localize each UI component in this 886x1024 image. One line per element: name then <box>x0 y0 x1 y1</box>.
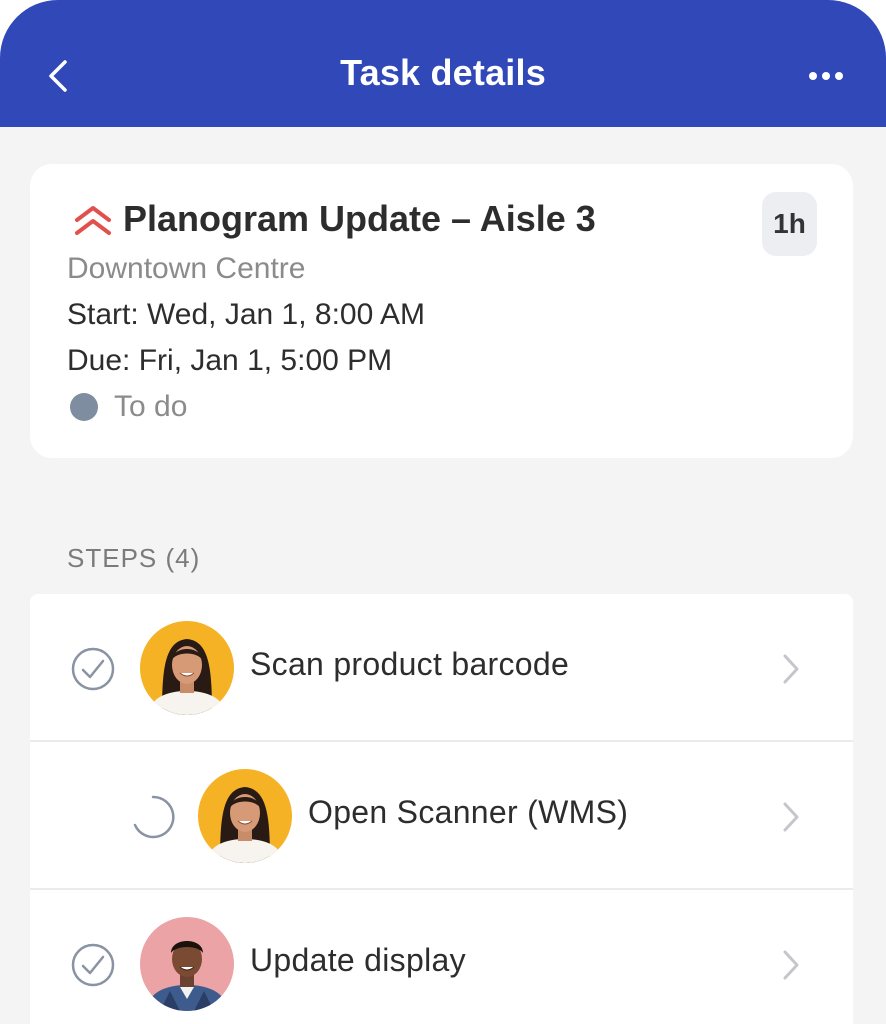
step-label: Scan product barcode <box>250 646 570 682</box>
chevron-right-icon <box>783 654 799 684</box>
duration-badge: 1h <box>762 192 817 256</box>
step-row-update-display[interactable]: Update display <box>30 890 853 1024</box>
step-row-open-scanner[interactable]: Open Scanner (WMS) <box>30 742 853 890</box>
status-indicator: To do <box>70 390 187 424</box>
status-label: To do <box>114 390 188 423</box>
task-summary-card: Planogram Update – Aisle 3 1h Downtown C… <box>30 164 853 458</box>
more-options-button[interactable] <box>796 52 856 100</box>
check-circle-icon <box>71 943 115 987</box>
step-row-scan-product-barcode[interactable]: Scan product barcode <box>30 594 853 742</box>
chevron-double-up-icon <box>75 206 111 235</box>
task-location: Downtown Centre <box>67 252 306 285</box>
woman-avatar-icon <box>198 769 292 863</box>
avatar <box>140 917 234 1011</box>
app-header: Task details <box>0 0 886 127</box>
status-dot-icon <box>70 393 98 421</box>
page-title: Task details <box>340 52 546 93</box>
avatar <box>140 621 234 715</box>
task-title: Planogram Update – Aisle 3 <box>123 198 596 239</box>
steps-heading: STEPS (4) <box>67 543 201 573</box>
due-label: Due: <box>67 344 131 377</box>
task-due-time: Due: Fri, Jan 1, 5:00 PM <box>67 344 392 378</box>
step-label: Update display <box>250 942 466 978</box>
chevron-right-icon <box>783 950 799 980</box>
chevron-right-icon <box>783 802 799 832</box>
due-value: Fri, Jan 1, 5:00 PM <box>138 344 393 377</box>
loading-spinner-icon <box>133 795 175 839</box>
task-start-time: Start: Wed, Jan 1, 8:00 AM <box>67 298 425 331</box>
woman-avatar-icon <box>140 621 234 715</box>
check-circle-icon <box>71 647 115 691</box>
steps-list: Scan product barcode Open Scanner (WMS) … <box>30 594 853 1024</box>
task-details-screen: Task details Planogram Update – Aisle 3 … <box>0 0 886 1024</box>
more-icon <box>809 72 817 80</box>
step-label: Open Scanner (WMS) <box>308 794 629 830</box>
avatar <box>198 769 292 863</box>
man-avatar-icon <box>140 917 234 1011</box>
